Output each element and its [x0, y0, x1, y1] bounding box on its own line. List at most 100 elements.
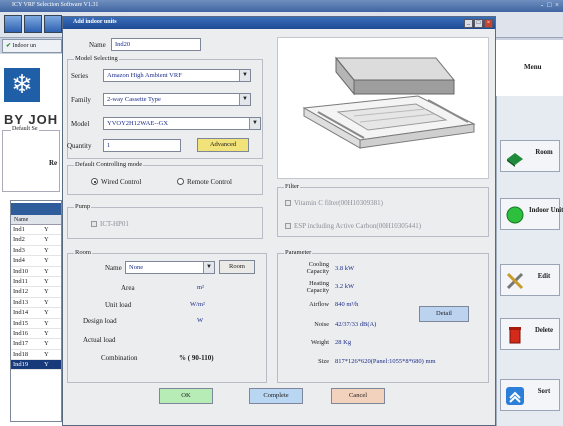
pump-checkbox[interactable]: ICT-HP01 [91, 220, 129, 228]
app-titlebar: ICY VRF Selection Software V1.31 [0, 0, 563, 12]
size-value: 817*126*620(Panel:1055*8*680) mm [335, 358, 436, 365]
list-item-flag: Y [44, 267, 49, 275]
list-item-flag: Y [44, 226, 49, 233]
room-side-label: Room [535, 149, 553, 156]
list-item-flag: Y [44, 350, 49, 358]
list-item[interactable]: Ind18 Y [11, 350, 61, 361]
list-item[interactable]: Ind4 Y [11, 256, 61, 267]
name-label: Name [89, 41, 106, 49]
wired-control-radio[interactable]: Wired Control [91, 178, 141, 186]
list-item-flag: Y [44, 288, 49, 296]
list-item[interactable]: Ind12 Y [11, 287, 61, 298]
list-item[interactable]: Ind14 Y [11, 308, 61, 319]
parameter-title: Parameter [284, 249, 313, 256]
list-item[interactable]: Ind13 Y [11, 298, 61, 309]
delete-side-button[interactable]: Delete [500, 318, 560, 350]
list-item-name: Ind16 [13, 329, 29, 337]
app-window-controls[interactable]: - □ × [541, 1, 560, 9]
control-mode-title: Default Controlling mode [74, 161, 144, 168]
indoor-unit-icon [505, 205, 525, 225]
minimize-button[interactable]: _ [464, 19, 473, 28]
list-item-name: Ind11 [13, 277, 28, 285]
list-item[interactable]: Ind11 Y [11, 277, 61, 288]
size-label: Size [318, 358, 329, 365]
list-item-flag: Y [44, 340, 49, 348]
cassette-unit-image [302, 56, 476, 149]
indoor-units-side-label: Indoor Units [529, 207, 563, 214]
list-item-flag: Y [44, 329, 49, 337]
edit-side-button[interactable]: Edit [500, 264, 560, 296]
list-item-name: Ind3 [13, 246, 25, 254]
list-item[interactable]: Ind2 Y [11, 235, 61, 246]
detail-button[interactable]: Detail [419, 306, 469, 322]
close-button[interactable]: × [484, 19, 493, 28]
list-item-flag: Y [44, 236, 49, 244]
list-item-name: Ind12 [13, 288, 29, 296]
remote-control-radio[interactable]: Remote Control [177, 178, 232, 186]
list-item-flag: Y [44, 298, 49, 306]
menu-label: Menu [524, 63, 542, 71]
weight-value: 28 Kg [335, 339, 352, 346]
list-item[interactable]: Ind15 Y [11, 319, 61, 329]
list-item-flag: Y [44, 309, 49, 317]
actual-load-label: Actual load [83, 336, 116, 344]
ok-button[interactable]: OK [159, 388, 213, 404]
airflow-value: 840 m³/h [335, 301, 359, 308]
chevron-down-icon: ▼ [239, 70, 250, 81]
list-item-name: Ind19 [13, 361, 29, 369]
family-label: Family [71, 96, 91, 104]
name-input[interactable]: Ind20 [111, 38, 201, 51]
maximize-button[interactable]: □ [474, 19, 483, 28]
list-item[interactable]: Ind3 Y [11, 246, 61, 257]
product-image [277, 37, 489, 179]
quantity-input[interactable]: 1 [103, 139, 181, 152]
list-item[interactable]: Ind10 Y [11, 267, 61, 277]
complete-button[interactable]: Complete [249, 388, 303, 404]
model-label: Model [71, 120, 90, 128]
room-name-value: None [129, 264, 144, 271]
advanced-button[interactable]: Advanced [197, 138, 249, 152]
checkbox-icon [285, 200, 291, 206]
list-item[interactable]: Ind19 Y [11, 360, 61, 371]
remote-control-label: Remote Control [187, 178, 232, 186]
cancel-button[interactable]: Cancel [331, 388, 385, 404]
list-item-name: Ind4 [13, 257, 25, 265]
room-name-select[interactable]: None ▼ [125, 261, 215, 274]
toolbar-icon-2[interactable] [24, 15, 42, 33]
series-select[interactable]: Amazon High Ambient VRF ▼ [103, 69, 251, 82]
list-item-name: Ind17 [13, 340, 29, 348]
tab-indoor-units[interactable]: ✔ Indoor un [2, 39, 62, 53]
room-button[interactable]: Room [219, 260, 255, 274]
model-select[interactable]: YVOY2H12WAE--GX ▼ [103, 117, 261, 130]
pump-title: Pump [74, 203, 92, 210]
defaults-label: Default Se [11, 126, 39, 132]
room-side-button[interactable]: Room [500, 140, 560, 172]
filter-vitamin-c-checkbox[interactable]: Vitamin C filter(00H10309381) [285, 199, 383, 207]
defaults-group: Default Se Re [2, 126, 60, 192]
filter-esp-checkbox[interactable]: ESP including Active Carbon(00H10305441) [285, 222, 421, 230]
combination-label: Combination [101, 354, 138, 362]
list-item-name: Ind15 [13, 319, 29, 327]
list-item[interactable]: Ind1 Y [11, 225, 61, 236]
toolbar-icon-3[interactable] [44, 15, 62, 33]
checkbox-icon [91, 221, 97, 227]
toolbar-icon-1[interactable] [4, 15, 22, 33]
cooling-capacity-label: Cooling Capacity [306, 261, 329, 275]
list-column-header: Name [11, 215, 61, 225]
list-item-name: Ind14 [13, 309, 29, 317]
chevron-down-icon: ▼ [239, 94, 250, 105]
wired-control-label: Wired Control [101, 178, 142, 186]
dialog-titlebar: Add indoor units [63, 17, 495, 29]
family-select[interactable]: 2-way Cassette Type ▼ [103, 93, 251, 106]
indoor-units-side-button[interactable]: Indoor Units [500, 198, 563, 230]
sort-side-button[interactable]: Sort [500, 379, 560, 411]
unit-load-label: Unit load [105, 301, 132, 309]
list-item[interactable]: Ind17 Y [11, 339, 61, 350]
check-icon: ✔ [6, 43, 12, 49]
list-item[interactable]: Ind16 Y [11, 329, 61, 340]
quantity-label: Quantity [67, 142, 92, 150]
list-item-flag: Y [44, 361, 49, 369]
add-indoor-units-dialog: Add indoor units _ □ × Name Ind20 Model Se… [62, 16, 496, 426]
family-value: 2-way Cassette Type [107, 96, 161, 103]
radio-unselected-icon [177, 178, 184, 185]
